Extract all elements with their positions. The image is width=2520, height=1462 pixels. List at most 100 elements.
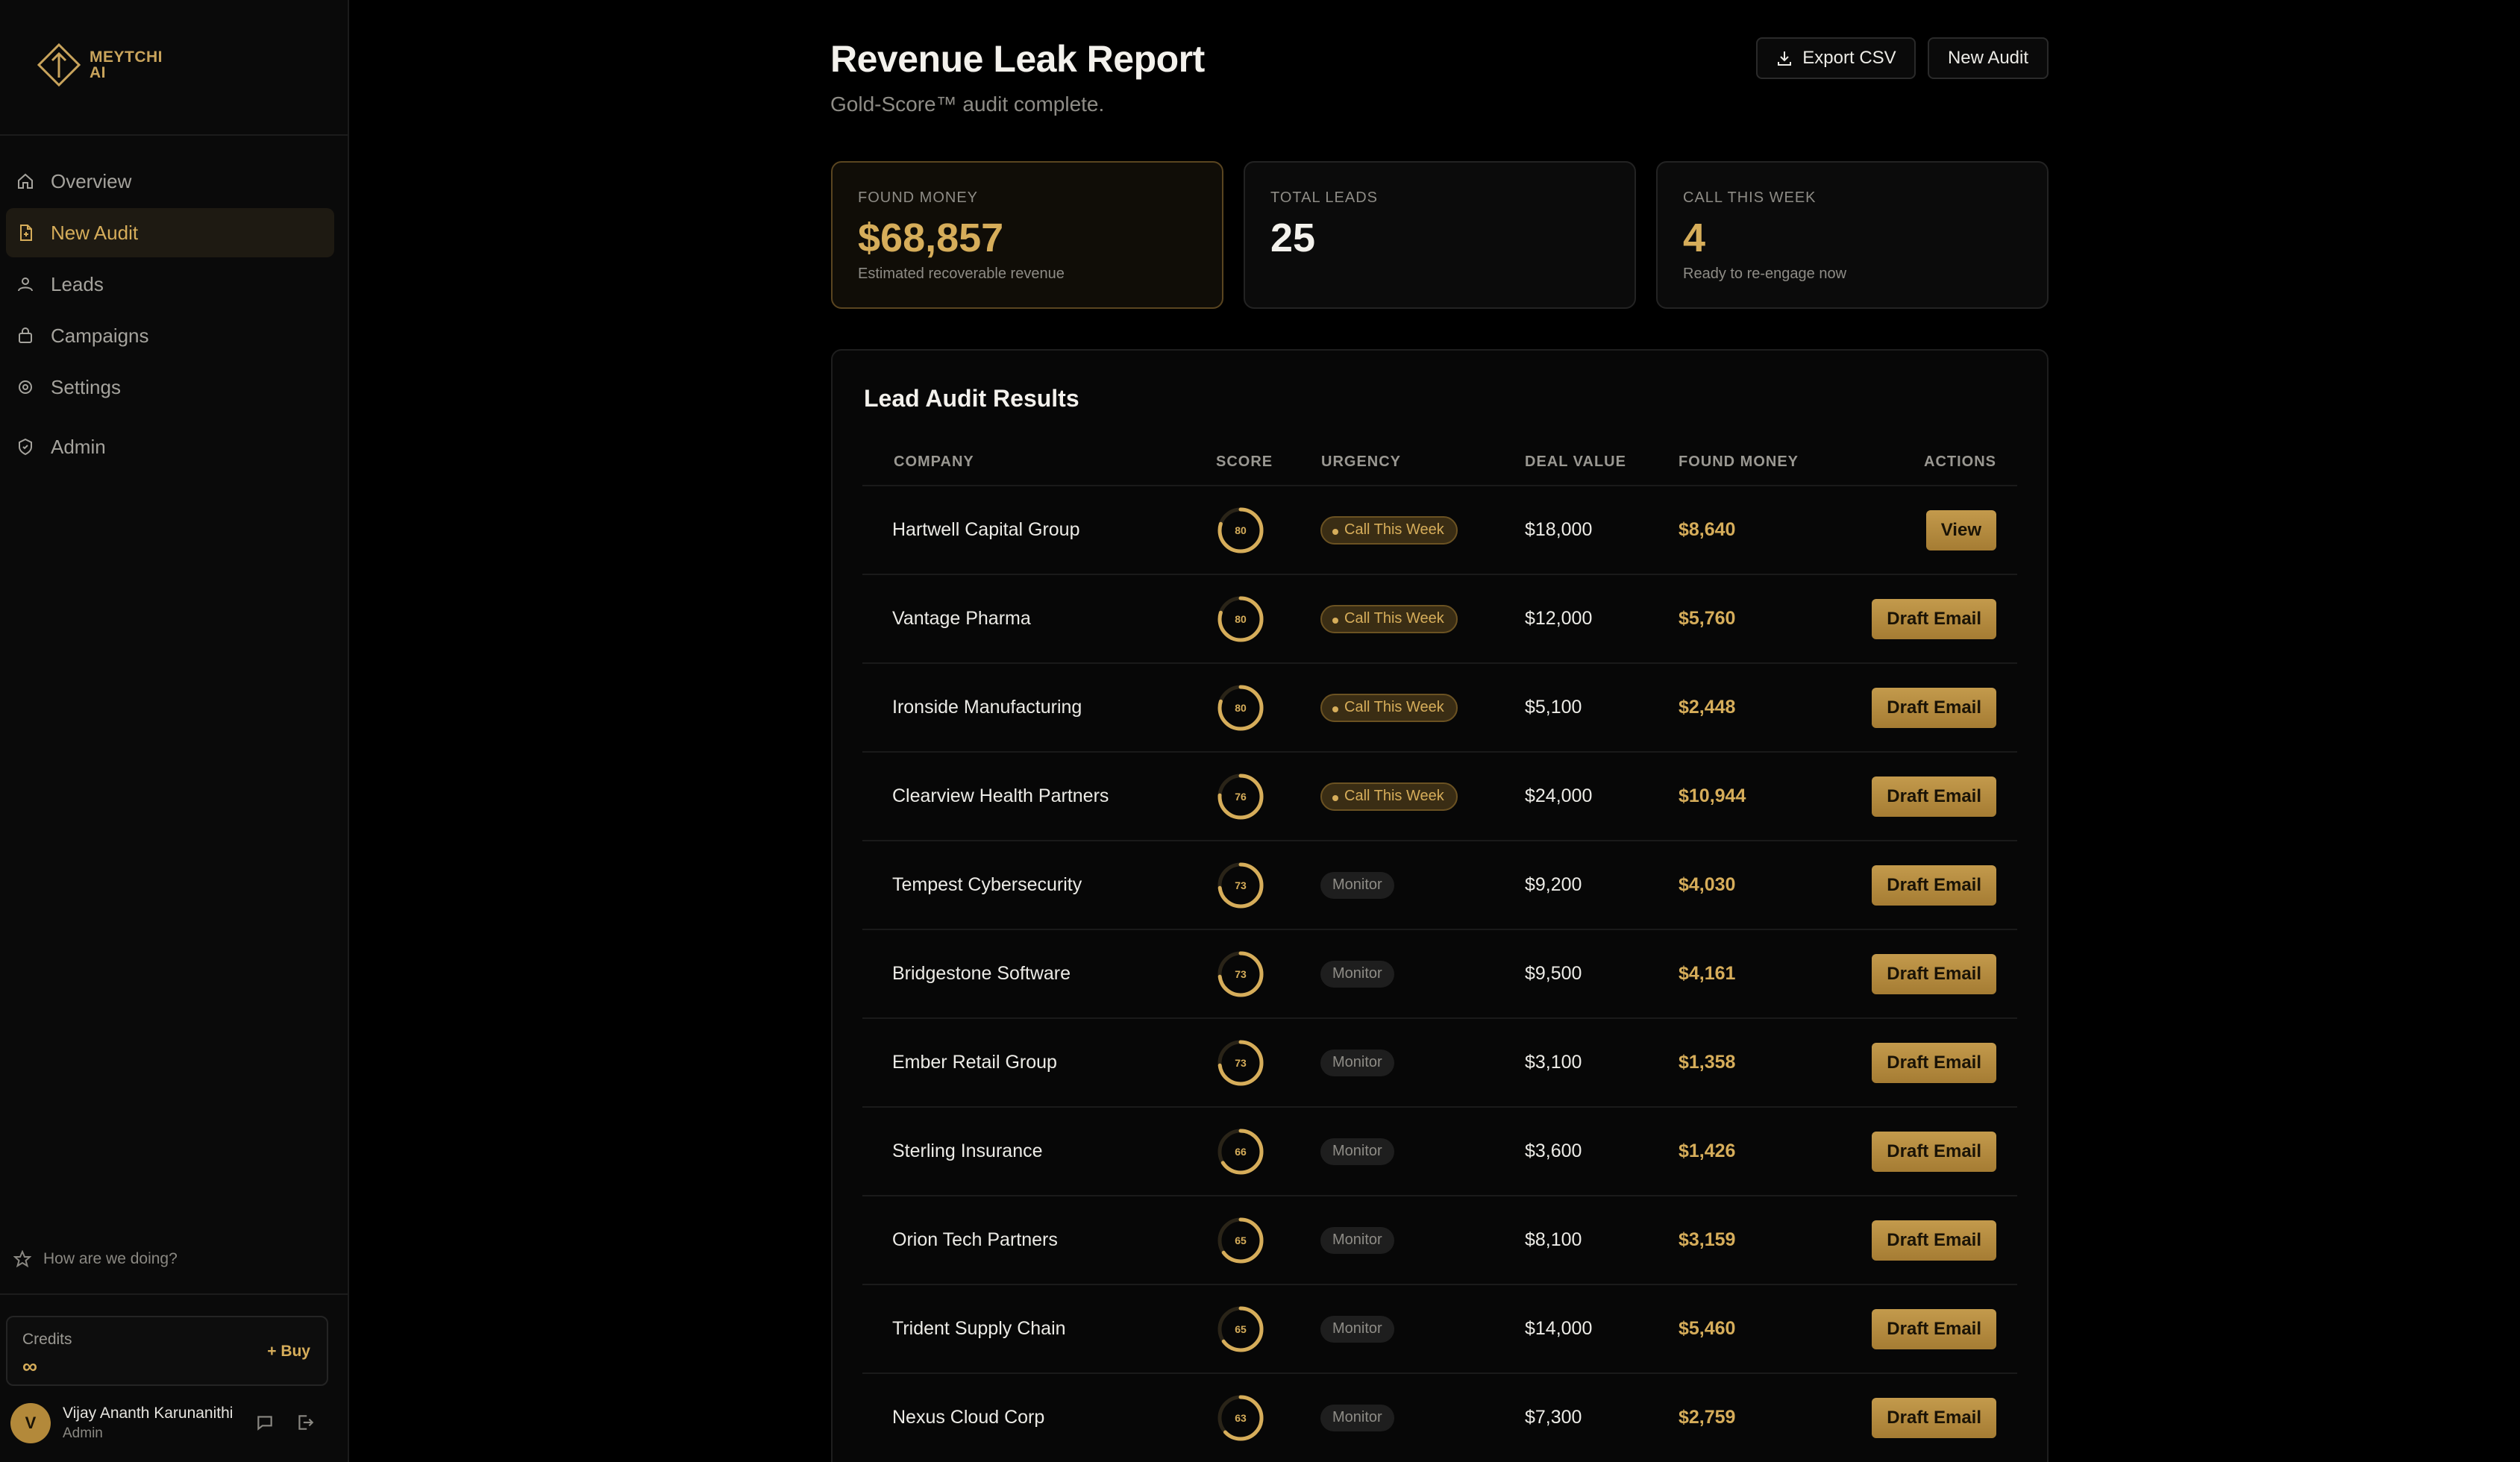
score-value: 73 [1235, 968, 1247, 980]
sidebar-item-label: New Audit [51, 221, 139, 244]
draft-email-button[interactable]: Draft Email [1872, 953, 1996, 994]
actions-cell: Draft Email [1872, 575, 1996, 662]
draft-email-button[interactable]: Draft Email [1872, 687, 1996, 728]
score-gauge: 80 [1217, 507, 1264, 553]
score-ring: 80 [1216, 486, 1265, 574]
actions-cell: Draft Email [1872, 1285, 1996, 1372]
score-value: 66 [1235, 1146, 1247, 1158]
score-value: 65 [1235, 1234, 1247, 1246]
sidebar-item-campaigns[interactable]: Campaigns [6, 311, 334, 360]
stat-value: 4 [1683, 216, 1706, 260]
score-ring: 66 [1216, 1108, 1265, 1195]
table-row[interactable]: Tempest Cybersecurity 73 Monitor $9,200 $4,0… [862, 840, 2017, 929]
table-row[interactable]: Nexus Cloud Corp 63 Monitor $7,300 $2,759 Dra… [862, 1372, 2017, 1461]
deal-value: $24,000 [1525, 785, 1593, 806]
new-audit-label: New Audit [1947, 48, 2029, 68]
urgency-badge: Call This Week [1320, 604, 1458, 633]
table-row[interactable]: Trident Supply Chain 65 Monitor $14,000 $5,4… [862, 1284, 2017, 1372]
found-money: $2,759 [1679, 1407, 1736, 1428]
home-icon [18, 173, 33, 189]
stat-card-found-money: FOUND MONEY $68,857 Estimated recoverabl… [831, 161, 1223, 309]
urgency-cell: Monitor [1320, 1019, 1394, 1106]
sidebar-item-settings[interactable]: Settings [6, 363, 334, 412]
logout-icon[interactable] [295, 1413, 316, 1434]
table-row[interactable]: Clearview Health Partners 76 Call This Wee… [862, 751, 2017, 840]
deal-value: $8,100 [1525, 1229, 1582, 1250]
actions-cell: Draft Email [1872, 664, 1996, 751]
company-name: Vantage Pharma [892, 608, 1031, 629]
urgency-cell: Monitor [1320, 1374, 1394, 1461]
deal-value: $7,300 [1525, 1407, 1582, 1428]
sidebar-item-label: Admin [51, 435, 106, 458]
score-gauge: 63 [1217, 1395, 1264, 1440]
column-header-urgency: URGENCY [1321, 454, 1402, 470]
deal-value: $18,000 [1525, 519, 1593, 540]
found-money: $1,426 [1679, 1141, 1736, 1161]
score-gauge: 65 [1217, 1306, 1264, 1352]
urgency-badge: Call This Week [1320, 515, 1458, 545]
star-icon [13, 1250, 31, 1268]
score-value: 80 [1235, 613, 1247, 625]
actions-cell: Draft Email [1872, 1374, 1996, 1461]
table-row[interactable]: Sterling Insurance 66 Monitor $3,600 $1,426 D… [862, 1106, 2017, 1195]
chat-icon[interactable] [255, 1413, 276, 1434]
table-row[interactable]: Ironside Manufacturing 80 Call This Week $5… [862, 662, 2017, 751]
urgency-badge: Monitor [1320, 1138, 1394, 1165]
found-money: $5,460 [1679, 1318, 1736, 1339]
draft-email-button[interactable]: Draft Email [1872, 1220, 1996, 1261]
sidebar-item-overview[interactable]: Overview [6, 157, 334, 206]
urgency-cell: Monitor [1320, 1196, 1394, 1284]
user-info: Vijay Ananth Karunanithi Admin [63, 1405, 233, 1442]
table-row[interactable]: Bridgestone Software 73 Monitor $9,500 $4,16… [862, 929, 2017, 1017]
avatar[interactable]: V [10, 1403, 51, 1443]
table-row[interactable]: Orion Tech Partners 65 Monitor $8,100 $3,159… [862, 1195, 2017, 1284]
table-row[interactable]: Vantage Pharma 80 Call This Week $12,000 $5,… [862, 574, 2017, 662]
brand-logo[interactable]: MEYTCHI AI [36, 42, 163, 88]
export-csv-button[interactable]: Export CSV [1756, 37, 1916, 79]
found-money: $3,159 [1679, 1229, 1736, 1250]
table-title: Lead Audit Results [864, 385, 1079, 412]
urgency-badge: Monitor [1320, 960, 1394, 988]
company-name: Ember Retail Group [892, 1052, 1057, 1073]
lead-audit-table: Lead Audit Results COMPANY SCORE URGENCY… [831, 349, 2049, 1462]
score-gauge: 73 [1217, 1040, 1264, 1085]
table-row[interactable]: Hartwell Capital Group 80 Call This Week $1… [862, 485, 2017, 574]
deal-value: $12,000 [1525, 608, 1593, 629]
view-button[interactable]: View [1925, 509, 1996, 550]
company-name: Clearview Health Partners [892, 785, 1109, 806]
draft-email-button[interactable]: Draft Email [1872, 1308, 1996, 1349]
draft-email-button[interactable]: Draft Email [1872, 1131, 1996, 1172]
draft-email-button[interactable]: Draft Email [1872, 776, 1996, 817]
buy-credits-button[interactable]: + Buy [267, 1343, 310, 1361]
actions-cell: View [1925, 486, 1996, 574]
actions-cell: Draft Email [1872, 753, 1996, 840]
found-money: $4,030 [1679, 874, 1736, 895]
score-gauge: 65 [1217, 1217, 1264, 1263]
deal-value: $5,100 [1525, 697, 1582, 718]
stat-label: CALL THIS WEEK [1683, 189, 1817, 206]
draft-email-button[interactable]: Draft Email [1872, 865, 1996, 906]
score-ring: 65 [1216, 1196, 1265, 1284]
draft-email-button[interactable]: Draft Email [1872, 1397, 1996, 1438]
score-value: 73 [1235, 879, 1247, 891]
page-subtitle: Gold-Score™ audit complete. [830, 92, 1105, 116]
sidebar-item-label: Leads [51, 272, 104, 295]
stat-label: FOUND MONEY [858, 189, 978, 206]
score-gauge: 73 [1217, 862, 1264, 908]
urgency-cell: Monitor [1320, 841, 1394, 929]
found-money: $8,640 [1679, 519, 1736, 540]
score-gauge: 76 [1217, 774, 1264, 819]
feedback-link[interactable]: How are we doing? [13, 1250, 178, 1268]
sidebar-item-new-audit[interactable]: New Audit [6, 208, 334, 257]
found-money: $2,448 [1679, 697, 1736, 718]
column-header-found-money: FOUND MONEY [1679, 454, 1799, 470]
table-row[interactable]: Ember Retail Group 73 Monitor $3,100 $1,358 D… [862, 1017, 2017, 1106]
draft-email-button[interactable]: Draft Email [1872, 598, 1996, 639]
sidebar-item-admin[interactable]: Admin [6, 422, 334, 471]
sidebar-item-leads[interactable]: Leads [6, 260, 334, 309]
actions-cell: Draft Email [1872, 930, 1996, 1017]
user-role: Admin [63, 1425, 103, 1441]
score-ring: 63 [1216, 1374, 1265, 1461]
new-audit-button[interactable]: New Audit [1928, 37, 2049, 79]
draft-email-button[interactable]: Draft Email [1872, 1042, 1996, 1083]
